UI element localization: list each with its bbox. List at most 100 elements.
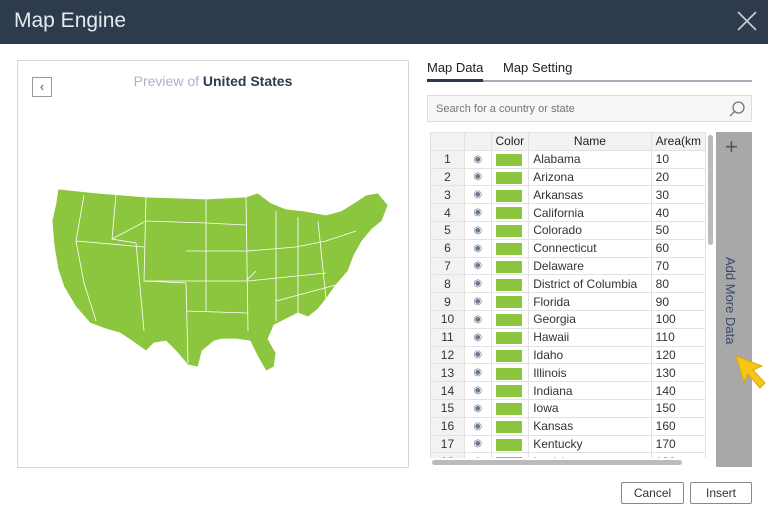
eye-icon[interactable]: ◉ xyxy=(463,149,492,169)
table-row[interactable]: 9 ◉ Florida 90 xyxy=(430,292,706,311)
close-icon[interactable] xyxy=(736,10,758,32)
row-name[interactable]: Arizona xyxy=(528,167,652,187)
row-area[interactable]: 20 xyxy=(650,167,706,187)
color-swatch[interactable] xyxy=(490,452,530,458)
color-swatch[interactable] xyxy=(490,434,530,454)
horizontal-scrollbar[interactable] xyxy=(432,460,682,465)
row-name[interactable]: Arkansas xyxy=(528,185,652,205)
row-area[interactable]: 100 xyxy=(650,309,706,329)
table-row[interactable]: 4 ◉ California 40 xyxy=(430,203,706,222)
color-swatch[interactable] xyxy=(490,256,530,276)
tab-map-setting[interactable]: Map Setting xyxy=(503,60,572,75)
insert-button[interactable]: Insert xyxy=(690,482,752,504)
row-area[interactable]: 30 xyxy=(650,185,706,205)
row-name[interactable]: Illinois xyxy=(528,363,652,383)
table-row[interactable]: 6 ◉ Connecticut 60 xyxy=(430,238,706,258)
row-name[interactable]: Georgia xyxy=(528,309,652,329)
color-swatch[interactable] xyxy=(490,398,530,418)
table-row[interactable]: 3 ◉ Arkansas 30 xyxy=(430,185,706,205)
row-area[interactable]: 150 xyxy=(650,398,706,418)
cancel-button[interactable]: Cancel xyxy=(621,482,684,504)
table-row[interactable]: 17 ◉ Kentucky 170 xyxy=(430,434,706,454)
vertical-scrollbar[interactable] xyxy=(708,135,713,245)
table-row[interactable]: 12 ◉ Idaho 120 xyxy=(430,345,706,365)
row-area[interactable]: 40 xyxy=(650,203,706,222)
row-area[interactable]: 180 xyxy=(650,452,706,458)
row-name[interactable]: Connecticut xyxy=(528,238,652,258)
row-name[interactable]: Delaware xyxy=(528,256,652,276)
row-area[interactable]: 130 xyxy=(650,363,706,383)
row-name[interactable]: Louisiana xyxy=(528,452,652,458)
row-area[interactable]: 90 xyxy=(650,292,706,311)
table-row[interactable]: 16 ◉ Kansas 160 xyxy=(430,416,706,436)
eye-icon[interactable]: ◉ xyxy=(463,363,492,383)
add-more-data-button[interactable]: + Add More Data xyxy=(716,132,752,467)
row-name[interactable]: Indiana xyxy=(528,381,652,400)
tab-map-data[interactable]: Map Data xyxy=(427,60,484,82)
eye-icon[interactable]: ◉ xyxy=(463,309,492,329)
row-area[interactable]: 110 xyxy=(650,327,706,347)
color-swatch[interactable] xyxy=(490,345,530,365)
row-area[interactable]: 60 xyxy=(650,238,706,258)
search-input[interactable] xyxy=(428,96,718,121)
eye-icon[interactable]: ◉ xyxy=(463,381,492,400)
table-row[interactable]: 14 ◉ Indiana 140 xyxy=(430,381,706,400)
eye-icon[interactable]: ◉ xyxy=(463,327,492,347)
row-area[interactable]: 160 xyxy=(650,416,706,436)
row-area[interactable]: 120 xyxy=(650,345,706,365)
row-area[interactable]: 140 xyxy=(650,381,706,400)
table-row[interactable]: 5 ◉ Colorado 50 xyxy=(430,220,706,240)
row-area[interactable]: 70 xyxy=(650,256,706,276)
eye-icon[interactable]: ◉ xyxy=(463,256,492,276)
eye-icon[interactable]: ◉ xyxy=(463,220,492,240)
table-row[interactable]: 2 ◉ Arizona 20 xyxy=(430,167,706,187)
eye-icon[interactable]: ◉ xyxy=(463,274,492,294)
search-icon[interactable] xyxy=(728,100,746,118)
eye-icon[interactable]: ◉ xyxy=(463,452,492,458)
color-swatch[interactable] xyxy=(490,274,530,294)
eye-icon[interactable]: ◉ xyxy=(463,398,492,418)
row-name[interactable]: Alabama xyxy=(528,149,652,169)
eye-icon[interactable]: ◉ xyxy=(463,292,492,311)
color-swatch[interactable] xyxy=(490,309,530,329)
color-swatch[interactable] xyxy=(490,167,530,187)
color-swatch[interactable] xyxy=(490,327,530,347)
row-area[interactable]: 170 xyxy=(650,434,706,454)
color-swatch[interactable] xyxy=(490,292,530,311)
color-swatch[interactable] xyxy=(490,416,530,436)
row-name[interactable]: Kentucky xyxy=(528,434,652,454)
eye-icon[interactable]: ◉ xyxy=(463,345,492,365)
row-name[interactable]: Hawaii xyxy=(528,327,652,347)
table-row[interactable]: 18 ◉ Louisiana 180 xyxy=(430,452,706,458)
row-name[interactable]: District of Columbia xyxy=(528,274,652,294)
eye-icon[interactable]: ◉ xyxy=(463,434,492,454)
row-name[interactable]: Iowa xyxy=(528,398,652,418)
color-swatch[interactable] xyxy=(490,220,530,240)
color-swatch[interactable] xyxy=(490,381,530,400)
color-swatch[interactable] xyxy=(490,185,530,205)
eye-icon[interactable]: ◉ xyxy=(463,167,492,187)
row-name[interactable]: Idaho xyxy=(528,345,652,365)
row-area[interactable]: 80 xyxy=(650,274,706,294)
row-area[interactable]: 10 xyxy=(650,149,706,169)
row-name[interactable]: Kansas xyxy=(528,416,652,436)
row-area[interactable]: 50 xyxy=(650,220,706,240)
table-row[interactable]: 10 ◉ Georgia 100 xyxy=(430,309,706,329)
eye-icon[interactable]: ◉ xyxy=(463,238,492,258)
table-row[interactable]: 7 ◉ Delaware 70 xyxy=(430,256,706,276)
row-name[interactable]: Florida xyxy=(528,292,652,311)
row-name[interactable]: California xyxy=(528,203,652,222)
color-swatch[interactable] xyxy=(490,363,530,383)
eye-icon[interactable]: ◉ xyxy=(463,185,492,205)
color-swatch[interactable] xyxy=(490,203,530,222)
table-row[interactable]: 15 ◉ Iowa 150 xyxy=(430,398,706,418)
table-row[interactable]: 1 ◉ Alabama 10 xyxy=(430,149,706,169)
table-row[interactable]: 8 ◉ District of Columbia 80 xyxy=(430,274,706,294)
eye-icon[interactable]: ◉ xyxy=(463,416,492,436)
row-name[interactable]: Colorado xyxy=(528,220,652,240)
table-row[interactable]: 11 ◉ Hawaii 110 xyxy=(430,327,706,347)
color-swatch[interactable] xyxy=(490,149,530,169)
eye-icon[interactable]: ◉ xyxy=(463,203,492,222)
table-row[interactable]: 13 ◉ Illinois 130 xyxy=(430,363,706,383)
color-swatch[interactable] xyxy=(490,238,530,258)
